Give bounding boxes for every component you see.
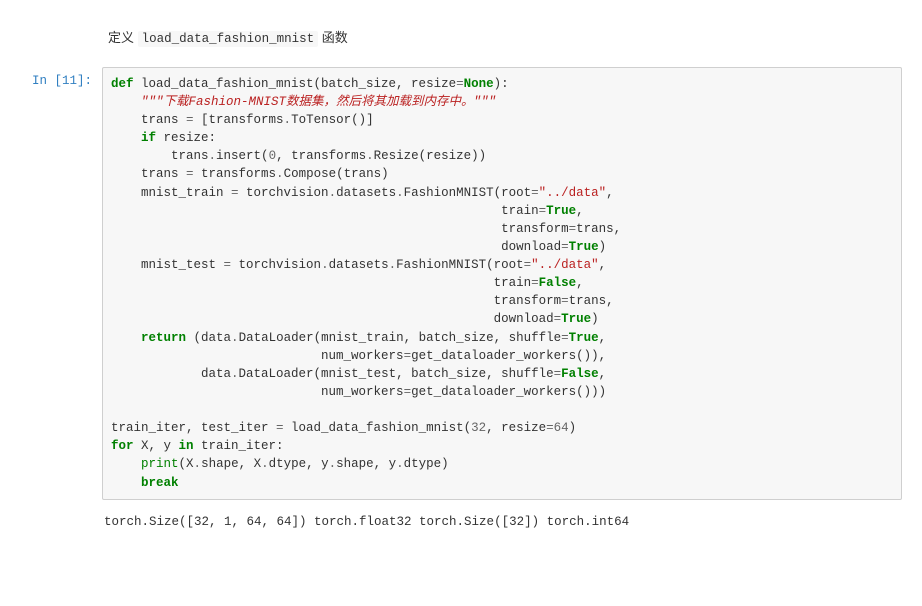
output-prompt (20, 506, 102, 513)
input-prompt: In [11]: (20, 67, 102, 88)
md-prefix: 定义 (108, 30, 138, 45)
md-suffix: 函数 (318, 30, 348, 45)
md-code: load_data_fashion_mnist (138, 31, 319, 47)
code-output: torch.Size([32, 1, 64, 64]) torch.float3… (102, 506, 902, 533)
markdown-cell: 定义 load_data_fashion_mnist 函数 (108, 28, 902, 49)
code-input[interactable]: def load_data_fashion_mnist(batch_size, … (102, 67, 902, 500)
output-cell-row: torch.Size([32, 1, 64, 64]) torch.float3… (20, 506, 902, 533)
code-cell-row: In [11]: def load_data_fashion_mnist(bat… (20, 67, 902, 500)
